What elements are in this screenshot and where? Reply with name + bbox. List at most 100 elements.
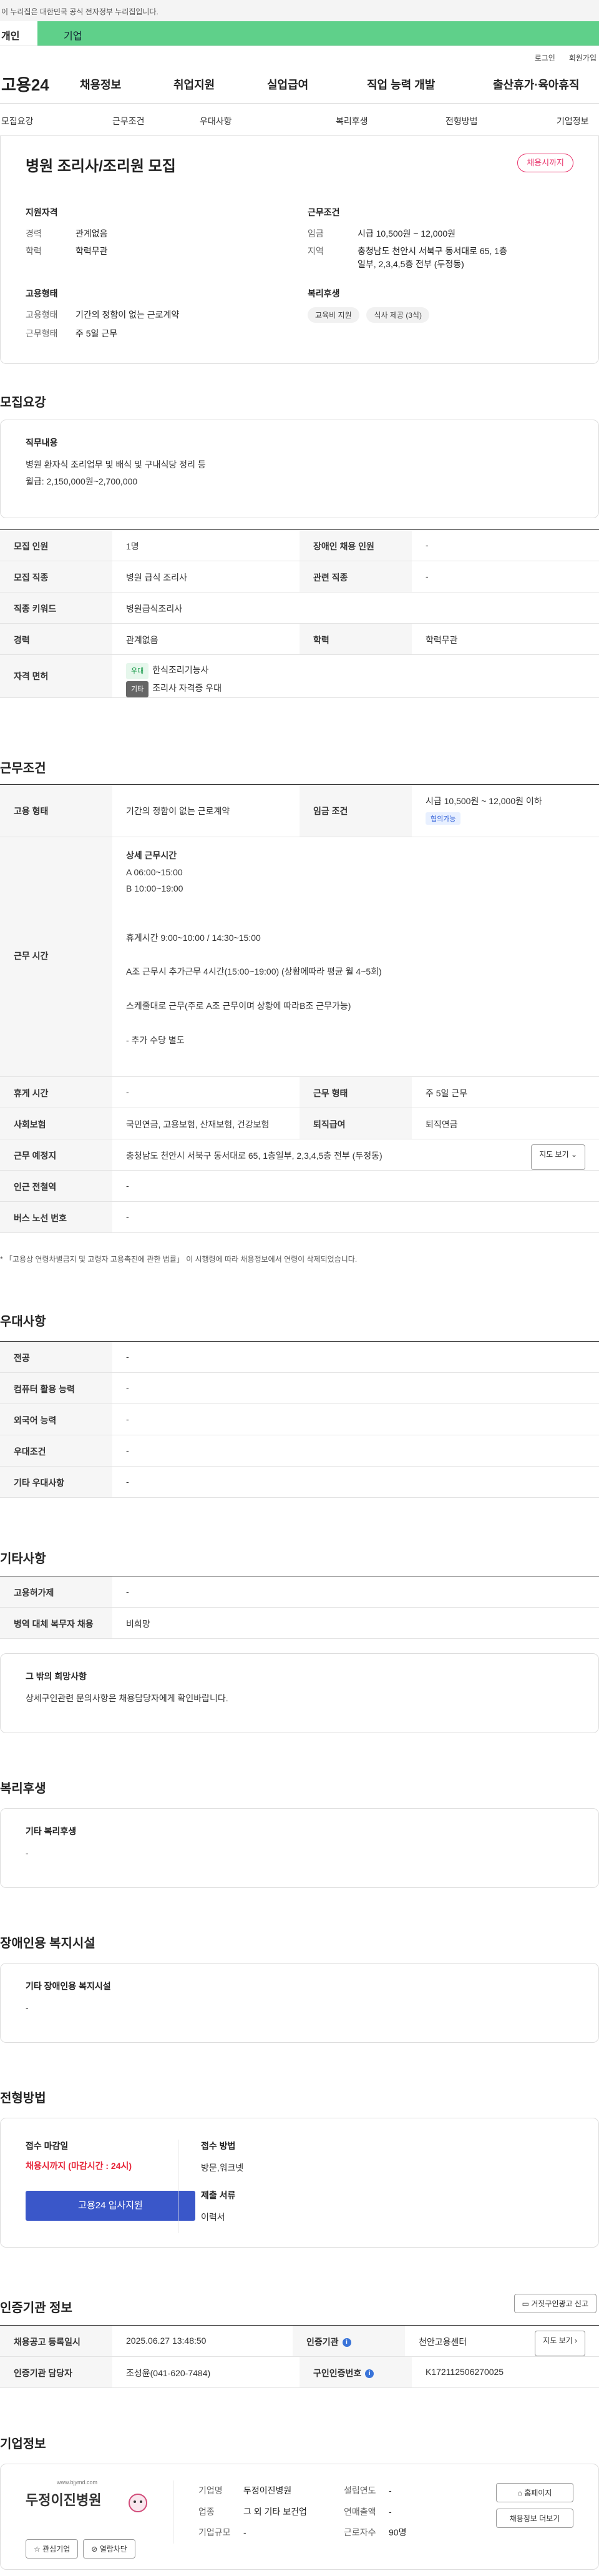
wage-field: 임금 시급 10,500원 ~ 12,000원 [308, 229, 456, 238]
conditions-section-title: 근무조건 [0, 762, 46, 775]
mascot-icon [129, 2494, 147, 2512]
deadline-value: 채용시까지 (마감시간 : 24시) [26, 2161, 132, 2171]
user-type-tabs: 개인 기업 [0, 21, 599, 46]
table-row: 경력 관계없음 학력 학력무관 [0, 624, 599, 655]
duty-box: 직무내용 병원 환자식 조리업무 및 배식 및 구내식당 정리 등 월급: 2,… [0, 420, 599, 518]
section-tabs: 모집요강 근무조건 우대사항 복리후생 전형방법 기업정보 [0, 104, 599, 136]
site-logo[interactable]: 고용24 [0, 72, 75, 96]
career-field: 경력 관계없음 [26, 229, 108, 238]
nav-job-info[interactable]: 채용정보 [80, 76, 173, 92]
map-button[interactable]: 지도 보기 ⌄ [531, 1144, 585, 1170]
apply-button[interactable]: 고용24 입사지원 [26, 2191, 195, 2221]
table-row: 병역 대체 복무자 채용 비희망 [0, 1608, 599, 1639]
table-row: 직종 키워드 병원급식조리사 [0, 592, 599, 624]
duty-heading: 직무내용 [26, 438, 58, 448]
signup-link[interactable]: 회원가입 [569, 52, 597, 65]
company-box: www.bjymd.com 두정이진병원 ☆ 관심기업 ⊘ 열람차단 기업명 두정… [0, 2464, 599, 2570]
window-icon: ▭ [522, 2299, 529, 2308]
block-view-button[interactable]: ⊘ 열람차단 [83, 2539, 135, 2559]
nav-maternity-leave[interactable]: 출산휴가·육아휴직 [493, 76, 579, 92]
welfare-tag: 식사 제공 (3식) [366, 307, 429, 323]
table-row: 우대조건 - [0, 1435, 599, 1467]
table-row: 버스 노선 번호 - [0, 1202, 599, 1233]
welfare-section-title: 복리후생 [0, 1782, 46, 1796]
table-row: 휴게 시간 - 근무 형태 주 5일 근무 [0, 1077, 599, 1108]
disabled-box: 기타 장애인용 복지시설 - [0, 1963, 599, 2043]
tab-conditions[interactable]: 근무조건 [112, 115, 145, 127]
negotiable-tag: 협의가능 [426, 812, 461, 825]
recruit-section-title: 모집요강 [0, 396, 46, 410]
table-row: 채용공고 등록일시 2025.06.27 13:48:50 인증기관 i 천안고용센… [0, 2326, 599, 2357]
table-row: 사회보험 국민연금, 고용보험, 산재보험, 건강보험 퇴직급여 퇴직연금 [0, 1108, 599, 1139]
etc-wish-box: 그 밖의 희망사항 상세구인관련 문의사항은 채용담당자에게 확인바랍니다. [0, 1653, 599, 1733]
login-link[interactable]: 로그인 [535, 52, 555, 65]
company-field: 기업명 두정이진병원 [198, 2485, 292, 2495]
welfare-tags: 교육비 지원 식사 제공 (3식) [308, 307, 434, 323]
welfare-heading: 복리후생 [308, 288, 340, 298]
location-field: 지역 충청남도 천안시 서북구 동서대로 65, 1층일부, 2,3,4,5층 전… [308, 246, 507, 269]
company-field: 설립연도 - [344, 2485, 392, 2495]
duty-text: 병원 환자식 조리업무 및 배식 및 구내식당 정리 등 [26, 460, 206, 469]
table-row: 근무 시간 상세 근무시간 A 06:00~15:00 B 10:00~19:0… [0, 837, 599, 1077]
interest-company-button[interactable]: ☆ 관심기업 [26, 2539, 79, 2559]
table-row: 외국어 능력 - [0, 1404, 599, 1435]
company-section-title: 기업정보 [0, 2437, 46, 2451]
more-jobs-button[interactable]: 채용정보 더보기 [496, 2509, 573, 2528]
table-row: 인증기관 담당자 조성윤(041-620-7484) 구인인증번호 i K17211… [0, 2357, 599, 2388]
nav-skill-development[interactable]: 직업 능력 개발 [367, 76, 493, 92]
tab-recruit[interactable]: 모집요강 [1, 115, 34, 127]
qualification-heading: 지원자격 [26, 207, 58, 217]
welfare-box: 기타 복리후생 - [0, 1808, 599, 1888]
util-links: 로그인 회원가입 [0, 46, 599, 65]
company-field: 연매출액 - [344, 2506, 392, 2517]
process-section-title: 전형방법 [0, 2092, 46, 2105]
nav-unemployment-benefit[interactable]: 실업급여 [267, 76, 367, 92]
tab-welfare[interactable]: 복리후생 [336, 115, 368, 127]
status-badge: 채용시까지 [517, 154, 573, 172]
method-value: 방문,워크넷 [201, 2163, 244, 2173]
disabled-section-title: 장애인용 복지시설 [0, 1937, 95, 1950]
gov-banner: 이 누리집은 대한민국 공식 전자정부 누리집입니다. [0, 0, 599, 21]
homepage-button[interactable]: ⌂ 홈페이지 [496, 2483, 573, 2502]
conditions-heading: 근무조건 [308, 207, 340, 217]
agency-map-button[interactable]: 지도 보기 › [535, 2331, 585, 2356]
employment-type-field: 고용형태 기간의 정함이 없는 근로계약 [26, 310, 180, 320]
preference-section-title: 우대사항 [0, 1315, 46, 1329]
table-row: 모집 직종 병원 급식 조리사 관련 직종 - [0, 561, 599, 592]
table-row: 모집 인원 1명 장애인 채용 인원 - [0, 530, 599, 561]
block-icon: ⊘ [91, 2545, 98, 2554]
table-row: 자격 면허 우대 한식조리기능사 기타 조리사 자격증 우대 [0, 655, 599, 698]
welfare-tag: 교육비 지원 [308, 307, 359, 323]
docs-label: 제출 서류 [201, 2190, 236, 2200]
table-row: 근무 예정지 충청남도 천안시 서북구 동서대로 65, 1층일부, 2,3,4… [0, 1139, 599, 1171]
conditions-table: 고용 형태 기간의 정함이 없는 근로계약 임금 조건 시급 10,500원 ~… [0, 784, 599, 1233]
work-form-field: 근무형태 주 5일 근무 [26, 328, 118, 338]
chevron-down-icon: ⌄ [570, 1150, 577, 1159]
report-false-ad-button[interactable]: ▭ 거짓구인광고 신고 [514, 2294, 597, 2313]
tab-process[interactable]: 전형방법 [446, 115, 478, 127]
license-list: 우대 한식조리기능사 기타 조리사 자격증 우대 [112, 655, 599, 697]
company-logo: www.bjymd.com 두정이진병원 [26, 2479, 150, 2535]
docs-value: 이력서 [201, 2211, 225, 2222]
company-field: 업종 그 외 기타 보건업 [198, 2506, 307, 2517]
process-box: 접수 마감일 채용시까지 (마감시간 : 24시) 고용24 입사지원 접수 방… [0, 2118, 599, 2248]
table-row: 고용 형태 기간의 정함이 없는 근로계약 임금 조건 시급 10,500원 ~… [0, 785, 599, 837]
tab-company[interactable]: 기업정보 [557, 115, 589, 127]
tab-corporate[interactable]: 기업 [37, 21, 599, 46]
nav-employment-support[interactable]: 취업지원 [173, 76, 267, 92]
company-field: 근로자수 90명 [344, 2527, 407, 2538]
age-notice: * 「고용상 연령차별금지 및 고령자 고용촉진에 관한 법률」 이 시행령에 … [0, 1255, 358, 1264]
table-row: 전공 - [0, 1342, 599, 1373]
employment-type-heading: 고용형태 [26, 288, 58, 298]
company-field: 기업규모 - [198, 2527, 246, 2538]
info-icon[interactable]: i [365, 2369, 374, 2379]
deadline-label: 접수 마감일 [26, 2141, 69, 2151]
tab-personal[interactable]: 개인 [0, 21, 37, 46]
job-summary-card: 병원 조리사/조리원 모집 채용시까지 지원자격 경력 관계없음 학력 학력무관 근… [0, 136, 599, 364]
info-icon[interactable]: i [342, 2338, 351, 2347]
recruit-table: 모집 인원 1명 장애인 채용 인원 - 모집 직종 병원 급식 조리사 관련 직종 -… [0, 529, 599, 698]
tab-preference[interactable]: 우대사항 [200, 115, 232, 127]
chevron-right-icon: › [575, 2336, 577, 2345]
main-nav: 고용24 채용정보 취업지원 실업급여 직업 능력 개발 출산휴가·육아휴직 [0, 65, 599, 104]
preference-table: 전공 - 컴퓨터 활용 능력 - 외국어 능력 - 우대조건 - 기타 우대사항 - [0, 1341, 599, 1498]
